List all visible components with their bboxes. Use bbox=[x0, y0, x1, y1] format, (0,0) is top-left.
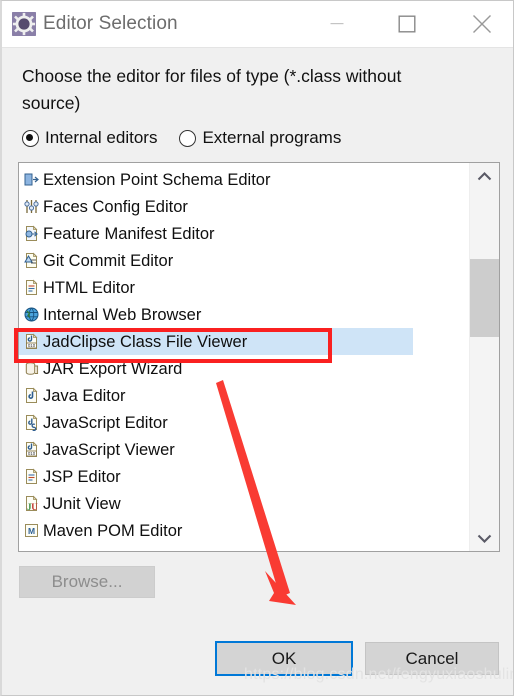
list-item[interactable]: Internal Web Browser bbox=[19, 301, 469, 328]
list-item-label: Extension Point Schema Editor bbox=[43, 170, 271, 189]
list-item[interactable]: HTML Editor bbox=[19, 274, 469, 301]
radio-unselected-icon bbox=[179, 129, 197, 147]
list-item-label: JAR Export Wizard bbox=[43, 359, 183, 378]
chevron-up-icon bbox=[477, 171, 492, 180]
list-item-label: JUnit View bbox=[43, 494, 121, 513]
list-item[interactable]: Extension Point Schema Editor bbox=[19, 166, 469, 193]
list-item-label: Faces Config Editor bbox=[43, 197, 188, 216]
html-document-icon bbox=[25, 279, 37, 295]
list-item-label: Feature Manifest Editor bbox=[43, 224, 215, 243]
junit-icon: JU bbox=[22, 495, 40, 513]
list-item-label: Java Editor bbox=[43, 386, 126, 405]
git-commit-icon bbox=[22, 252, 40, 270]
javascript-binary-icon: 010 bbox=[25, 441, 37, 457]
maximize-icon bbox=[398, 15, 416, 32]
list-item[interactable]: JavaScript Editor bbox=[19, 409, 469, 436]
list-item[interactable]: Java Editor bbox=[19, 382, 469, 409]
radio-selected-icon bbox=[22, 129, 39, 147]
title-bar: Editor Selection bbox=[2, 1, 513, 48]
jar-icon bbox=[25, 362, 38, 375]
javascript-file-icon bbox=[22, 414, 40, 432]
javascript-file-icon bbox=[25, 414, 37, 431]
chevron-down-icon bbox=[477, 534, 492, 543]
scrollbar-thumb[interactable] bbox=[470, 259, 499, 337]
list-item-label: JavaScript Viewer bbox=[43, 440, 175, 459]
browse-button[interactable]: Browse... bbox=[19, 566, 155, 598]
java-file-icon bbox=[22, 387, 40, 405]
maven-pom-icon: M bbox=[22, 522, 40, 540]
schema-editor-icon bbox=[24, 173, 39, 186]
globe-icon bbox=[22, 306, 40, 324]
globe-icon bbox=[24, 307, 38, 322]
editor-list-scrollbar[interactable] bbox=[469, 163, 499, 551]
scroll-down-button[interactable] bbox=[470, 525, 499, 551]
list-item-label: Git Commit Editor bbox=[43, 251, 174, 270]
minimize-button[interactable] bbox=[314, 1, 360, 46]
list-item-label: JavaScript Editor bbox=[43, 413, 168, 432]
faces-config-icon bbox=[23, 200, 39, 213]
minimize-icon bbox=[330, 22, 344, 24]
list-item[interactable]: M Maven POM Editor bbox=[19, 517, 469, 544]
java-file-icon bbox=[25, 387, 37, 403]
feature-manifest-icon bbox=[25, 225, 38, 241]
close-button[interactable] bbox=[459, 1, 505, 46]
close-icon bbox=[473, 14, 491, 33]
svg-text:010: 010 bbox=[27, 451, 35, 456]
jsp-document-icon bbox=[22, 468, 40, 486]
list-item[interactable]: Faces Config Editor bbox=[19, 193, 469, 220]
scroll-up-button[interactable] bbox=[470, 163, 499, 189]
html-document-icon bbox=[22, 279, 40, 297]
svg-text:010: 010 bbox=[27, 343, 35, 348]
list-item[interactable]: 010 JavaScript Viewer bbox=[19, 436, 469, 463]
list-item-label: JSP Editor bbox=[43, 467, 121, 486]
class-file-icon: 010 bbox=[22, 333, 40, 351]
gear-icon bbox=[12, 12, 36, 36]
svg-text:U: U bbox=[31, 502, 38, 512]
radio-internal-editors-label: Internal editors bbox=[45, 128, 158, 147]
jar-icon bbox=[22, 360, 40, 378]
svg-text:M: M bbox=[27, 526, 34, 536]
git-commit-icon bbox=[23, 252, 37, 268]
editor-list-items: Extension Point Schema Editor Faces Confi… bbox=[19, 166, 469, 544]
list-item[interactable]: J U JUnit View bbox=[19, 490, 469, 517]
javascript-binary-icon: 010 bbox=[22, 441, 40, 459]
list-item-label: JadClipse Class File Viewer bbox=[43, 332, 248, 351]
editor-list[interactable]: Extension Point Schema Editor Faces Confi… bbox=[18, 162, 500, 552]
list-item[interactable]: JAR Export Wizard bbox=[19, 355, 469, 382]
list-item[interactable]: JSP Editor bbox=[19, 463, 469, 490]
list-item[interactable]: Git Commit Editor bbox=[19, 247, 469, 274]
maven-pom-icon: M bbox=[24, 524, 38, 537]
editor-type-radio-group: Internal editors External programs bbox=[22, 125, 363, 151]
jsp-document-icon bbox=[25, 468, 37, 484]
radio-internal-editors[interactable]: Internal editors bbox=[22, 128, 157, 148]
prompt-text: Choose the editor for files of type (*.c… bbox=[22, 66, 402, 113]
list-item-label: Maven POM Editor bbox=[43, 521, 183, 540]
list-item[interactable]: 010 JadClipse Class File Viewer bbox=[19, 328, 413, 355]
schema-editor-icon bbox=[22, 171, 40, 189]
class-file-icon: 010 bbox=[25, 333, 37, 349]
faces-config-icon bbox=[22, 198, 40, 216]
list-item-label: Internal Web Browser bbox=[43, 305, 202, 324]
list-item-label: HTML Editor bbox=[43, 278, 135, 297]
radio-external-programs[interactable]: External programs bbox=[179, 128, 341, 148]
watermark-text: https://blog.csdn.net/fengyuxiaoshulin bbox=[244, 666, 514, 683]
list-item[interactable]: Feature Manifest Editor bbox=[19, 220, 469, 247]
radio-external-programs-label: External programs bbox=[202, 128, 342, 147]
window-title: Editor Selection bbox=[43, 13, 178, 34]
junit-icon: JU bbox=[25, 495, 38, 512]
maximize-button[interactable] bbox=[384, 1, 430, 46]
feature-manifest-icon bbox=[22, 225, 40, 243]
editor-selection-dialog: Editor Selection Choose the editor for f… bbox=[0, 0, 514, 696]
